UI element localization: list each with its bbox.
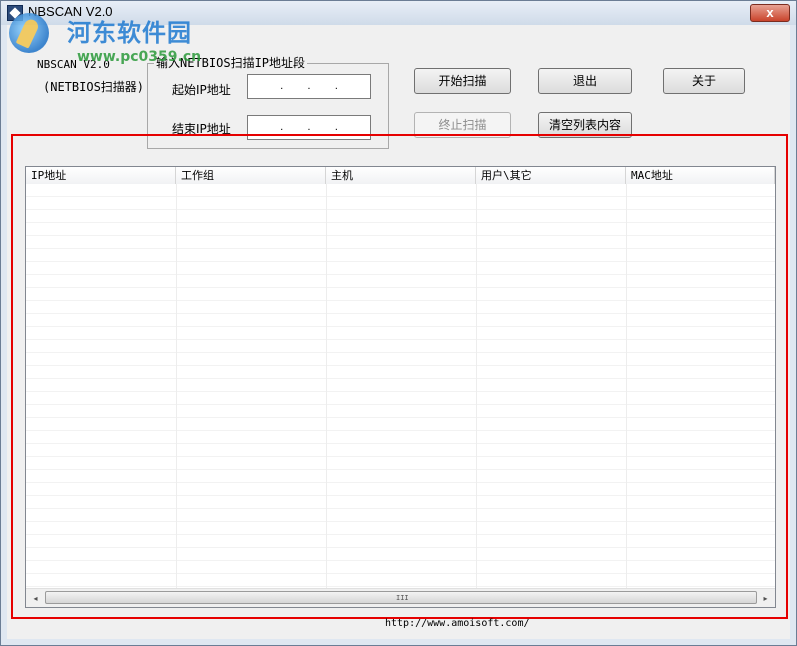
start-ip-dot-2: . (307, 81, 311, 92)
app-name: NBSCAN V2.0 (37, 58, 110, 71)
about-button[interactable]: 关于 (663, 68, 745, 94)
app-window: NBSCAN V2.0 x NBSCAN V2.0 (NETBIOS扫描器) 输… (0, 0, 797, 646)
red-highlight-frame (11, 134, 788, 619)
window-title: NBSCAN V2.0 (28, 4, 113, 19)
end-ip-dot-1: . (280, 122, 284, 133)
start-ip-dot-3: . (334, 81, 338, 92)
close-button[interactable]: x (750, 4, 790, 22)
ip-range-group-legend: 输入NETBIOS扫描IP地址段 (154, 54, 308, 71)
end-ip-dot-2: . (307, 122, 311, 133)
start-ip-dot-1: . (280, 81, 284, 92)
app-icon[interactable] (7, 5, 23, 21)
exit-button[interactable]: 退出 (538, 68, 632, 94)
start-ip-input[interactable]: . . . (247, 74, 371, 99)
footer-url[interactable]: http://www.amoisoft.com/ (385, 618, 530, 629)
app-subtitle: (NETBIOS扫描器) (43, 80, 145, 94)
title-bar[interactable]: NBSCAN V2.0 x (1, 1, 796, 25)
close-icon: x (766, 5, 774, 20)
client-area: NBSCAN V2.0 (NETBIOS扫描器) 输入NETBIOS扫描IP地址… (7, 25, 790, 639)
start-scan-button[interactable]: 开始扫描 (414, 68, 511, 94)
start-ip-label: 起始IP地址 (172, 83, 231, 97)
end-ip-dot-3: . (334, 122, 338, 133)
